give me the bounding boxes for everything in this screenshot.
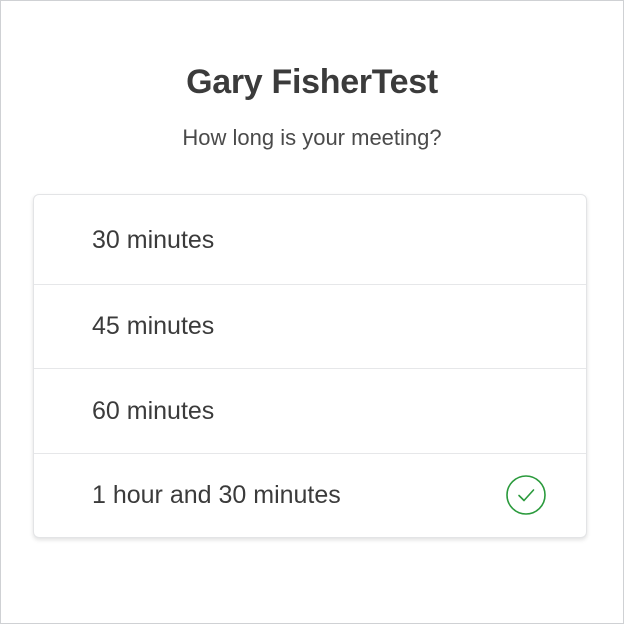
duration-option-label: 45 minutes	[92, 312, 215, 340]
duration-option-label: 1 hour and 30 minutes	[92, 481, 341, 509]
scheduling-panel: Gary FisherTest How long is your meeting…	[0, 0, 624, 624]
duration-option-label: 60 minutes	[92, 396, 215, 425]
duration-option-60-minutes[interactable]: 60 minutes	[34, 368, 586, 453]
duration-option-45-minutes[interactable]: 45 minutes	[34, 284, 586, 368]
duration-options-list: 30 minutes 45 minutes 60 minutes 1 hour …	[33, 194, 587, 538]
duration-option-30-minutes[interactable]: 30 minutes	[34, 195, 586, 285]
duration-option-1-hour-30-minutes[interactable]: 1 hour and 30 minutes	[34, 453, 586, 537]
page-title: Gary FisherTest	[186, 63, 438, 101]
duration-option-label: 30 minutes	[92, 225, 215, 254]
page-subtitle: How long is your meeting?	[182, 125, 442, 150]
check-circle-icon	[506, 474, 546, 515]
